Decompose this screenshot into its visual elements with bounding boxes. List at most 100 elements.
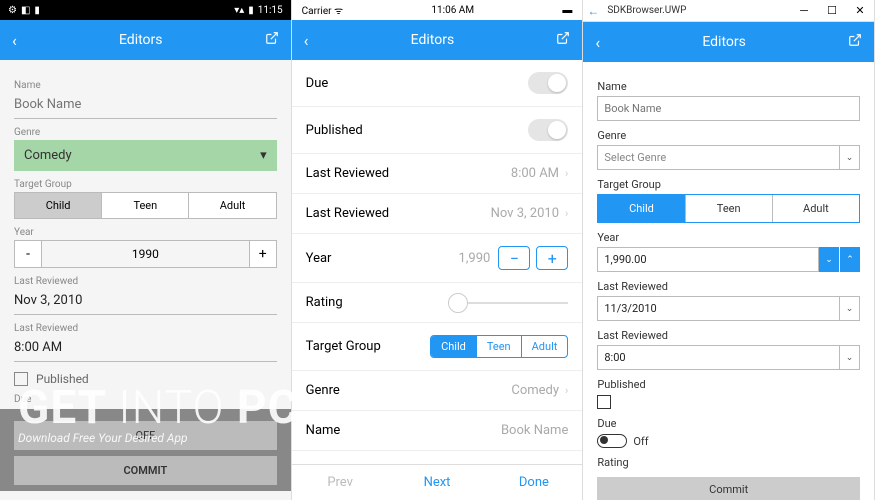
due-toggle[interactable]: OFF [14, 421, 277, 450]
time-field[interactable]: 8:00 AM [14, 336, 277, 362]
chevron-right-icon: › [565, 167, 568, 180]
due-switch[interactable] [597, 434, 627, 448]
back-square-icon[interactable]: ← [583, 4, 603, 18]
year-label: Year [597, 231, 860, 244]
android-status-bar: ⚙ ◧ ▮ ▾▴ ▮ 11:15 [0, 0, 291, 20]
rating-label: Rating [597, 456, 860, 469]
genre-row[interactable]: Genre Comedy› [292, 371, 583, 411]
published-row: Published [14, 372, 277, 386]
maximize-button[interactable]: ☐ [818, 4, 846, 17]
rating-row: Rating [292, 283, 583, 323]
last-reviewed-label-2: Last Reviewed [306, 206, 389, 221]
target-child[interactable]: Child [598, 195, 685, 222]
square-icon: ◧ [21, 5, 30, 16]
year-label: Year [306, 251, 332, 266]
page-title: Editors [17, 32, 265, 48]
genre-label: Genre [597, 129, 860, 142]
year-stepper: - 1990 + [14, 240, 277, 268]
target-group-label: Target Group [306, 339, 381, 354]
published-toggle[interactable] [528, 119, 568, 141]
year-value[interactable]: 1,990.00 [597, 247, 819, 272]
year-row: Year 1,990 − + [292, 234, 583, 283]
battery-icon: ▬ [562, 5, 572, 16]
android-topbar: ‹ Editors [0, 20, 291, 60]
uwp-titlebar: ← SDKBrowser.UWP ─ ☐ ✕ [583, 0, 874, 22]
minimize-button[interactable]: ─ [790, 4, 818, 17]
genre-placeholder: Select Genre [597, 145, 840, 170]
ios-status-bar: Carrier ᯤ 11:06 AM ▬ [292, 0, 583, 20]
commit-button[interactable]: COMMIT [14, 456, 277, 485]
time-value: 8:00 AM [511, 166, 559, 181]
year-value: 1990 [42, 240, 249, 268]
due-toggle[interactable] [528, 72, 568, 94]
year-spinner: 1,990.00 ⌄ ⌃ [597, 247, 860, 272]
android-form: Name Genre Comedy ▾ Target Group Child T… [0, 60, 291, 500]
target-adult[interactable]: Adult [773, 195, 859, 222]
target-adult[interactable]: Adult [189, 193, 275, 218]
commit-button[interactable]: Commit [597, 477, 860, 500]
external-link-icon[interactable] [265, 31, 279, 49]
year-minus-button[interactable]: - [14, 240, 42, 268]
date-row[interactable]: Last Reviewed Nov 3, 2010 › [292, 194, 583, 234]
target-child[interactable]: Child [15, 193, 102, 218]
rating-slider[interactable] [448, 302, 568, 304]
published-label: Published [306, 123, 363, 138]
target-group-segment: Child Teen Adult [430, 335, 568, 358]
year-value: 1,990 [459, 251, 491, 266]
doc-icon: ▮ [34, 5, 40, 16]
last-reviewed-label-2: Last Reviewed [14, 323, 277, 334]
date-value: Nov 3, 2010 [491, 206, 559, 221]
name-input[interactable] [597, 96, 860, 121]
name-input[interactable] [14, 93, 277, 119]
spin-down-button[interactable]: ⌄ [819, 247, 839, 272]
year-plus-button[interactable]: + [249, 240, 277, 268]
target-child[interactable]: Child [431, 336, 477, 357]
target-group-row: Target Group Child Teen Adult [292, 323, 583, 371]
genre-select[interactable]: Comedy ▾ [14, 140, 277, 171]
close-button[interactable]: ✕ [846, 4, 874, 17]
done-button[interactable]: Done [485, 465, 582, 500]
target-teen[interactable]: Teen [102, 193, 189, 218]
date-select[interactable]: 11/3/2010 ⌄ [597, 296, 860, 321]
published-checkbox[interactable] [14, 372, 28, 386]
name-label: Name [306, 423, 341, 438]
genre-select[interactable]: Select Genre ⌄ [597, 145, 860, 170]
genre-value: Comedy [511, 383, 559, 398]
external-link-icon[interactable] [556, 31, 570, 49]
published-checkbox[interactable] [597, 395, 611, 409]
name-label: Name [14, 80, 277, 91]
target-group-label: Target Group [597, 178, 860, 191]
last-reviewed-label: Last Reviewed [597, 280, 860, 293]
last-reviewed-label-2: Last Reviewed [597, 329, 860, 342]
time-row[interactable]: Last Reviewed 8:00 AM› [292, 154, 583, 194]
published-label: Published [597, 378, 860, 391]
name-row[interactable]: Name Book Name [292, 411, 583, 451]
page-title: Editors [308, 32, 556, 48]
battery-icon: ▮ [248, 5, 254, 16]
clock-text: 11:15 [258, 5, 283, 16]
rating-label: Rating [306, 295, 343, 310]
target-teen[interactable]: Teen [686, 195, 773, 222]
time-select[interactable]: 8:00 ⌄ [597, 345, 860, 370]
date-field[interactable]: Nov 3, 2010 [14, 289, 277, 315]
target-adult[interactable]: Adult [522, 336, 568, 357]
external-link-icon[interactable] [848, 33, 862, 51]
name-label: Name [597, 80, 860, 93]
genre-value: Comedy [24, 148, 72, 163]
prev-button[interactable]: Prev [292, 465, 389, 500]
chevron-right-icon: › [565, 207, 568, 220]
chevron-down-icon: ⌄ [840, 345, 860, 370]
published-label: Published [36, 372, 89, 386]
date-value: 11/3/2010 [597, 296, 840, 321]
genre-label: Genre [14, 127, 277, 138]
year-plus-button[interactable]: + [536, 246, 568, 270]
due-switch-row: Off [597, 434, 860, 448]
chevron-down-icon: ▾ [260, 148, 267, 163]
year-minus-button[interactable]: − [498, 246, 530, 270]
spin-up-button[interactable]: ⌃ [840, 247, 860, 272]
slider-thumb[interactable] [448, 293, 468, 313]
target-teen[interactable]: Teen [477, 336, 522, 357]
page-title: Editors [600, 34, 848, 50]
clock-text: 11:06 AM [431, 5, 474, 16]
next-button[interactable]: Next [389, 465, 486, 500]
